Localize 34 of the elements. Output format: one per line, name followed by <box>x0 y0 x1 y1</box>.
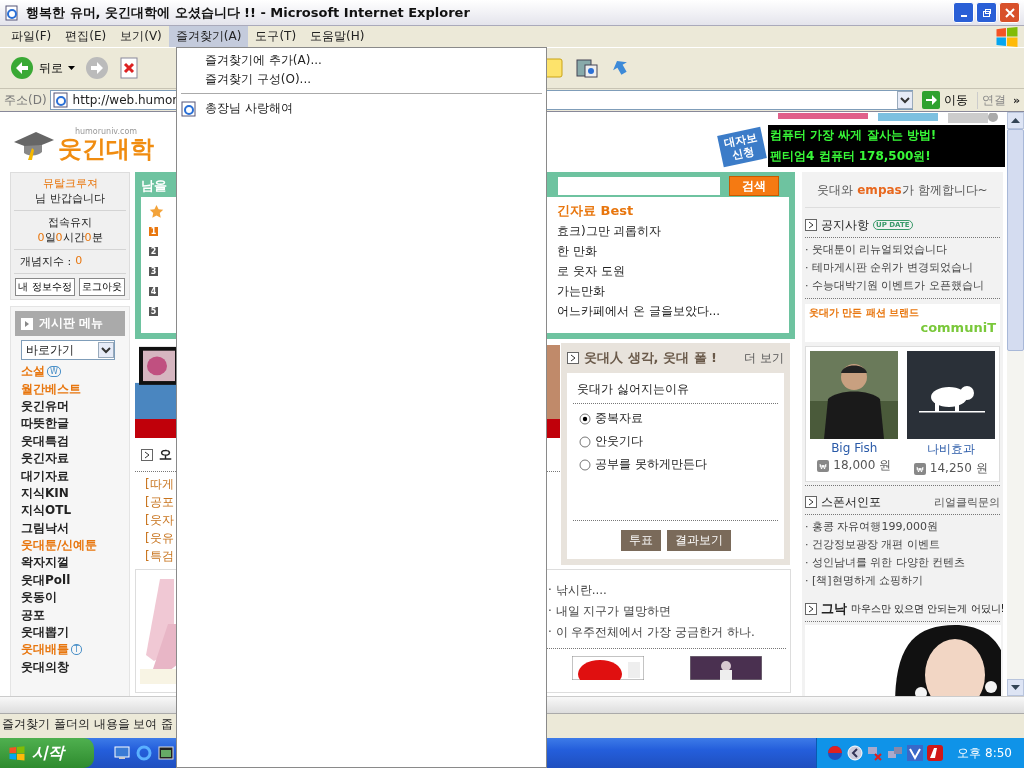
rank-badge: 2 <box>149 246 158 256</box>
best-title: 긴자료 Best <box>557 202 635 220</box>
ad-text: 펜티엄4 컴퓨터 178,500원! <box>770 148 932 165</box>
gnak-title: 그낙 <box>821 600 847 618</box>
address-label: 주소(D) <box>4 91 47 109</box>
clock: 오후 8:50 <box>957 744 1012 762</box>
score-value: 0 <box>75 254 83 269</box>
partner-text: 웃대와 empas가 함께합니다~ <box>816 182 989 199</box>
greeting-text: 님 반갑습니다 <box>34 191 106 206</box>
panel-title: 남을 <box>141 177 167 195</box>
user-name: 뮤탈크루져 <box>41 176 99 191</box>
session-label: 접속유지 <box>47 215 93 230</box>
rank-badge: 4 <box>149 286 158 296</box>
session-time: 0일0시간0분 <box>36 230 104 245</box>
rank-badge: 3 <box>149 266 158 276</box>
site-domain: humoruniv.com <box>74 127 138 136</box>
product-price: 18,000 원 <box>833 457 892 474</box>
ad-text: 컴퓨터 가장 싸게 잘사는 방법! <box>770 127 938 144</box>
product-price: 14,250 원 <box>929 460 988 477</box>
brand-slogan: 웃대가 만든 패션 브랜드 <box>809 306 921 320</box>
poll-title: 웃대人 생각, 웃대 폴 ! <box>584 349 718 367</box>
tag-badge: W <box>47 366 61 378</box>
section-title-fragment: 오 <box>159 446 172 464</box>
window-title: 행복한 유머, 웃긴대학에 오셨습니다 !! - Microsoft Internet Explorer <box>26 3 471 22</box>
board-menu-title: 게시판 메뉴 <box>39 315 104 332</box>
rank-badge: 1 <box>149 226 158 236</box>
tag-badge: T <box>71 644 82 656</box>
status-text: 즐겨찾기 폴더의 내용을 보여 줍 <box>2 716 174 733</box>
notice-title: 공지사항 <box>821 216 869 234</box>
rank-badge: 5 <box>149 306 158 316</box>
poll-question: 웃대가 싫어지는이유 <box>576 381 690 398</box>
score-label: 개념지수 : <box>20 254 72 269</box>
brand-name: communiT <box>920 320 996 335</box>
sponsor-title: 스폰서인포 <box>821 493 881 511</box>
